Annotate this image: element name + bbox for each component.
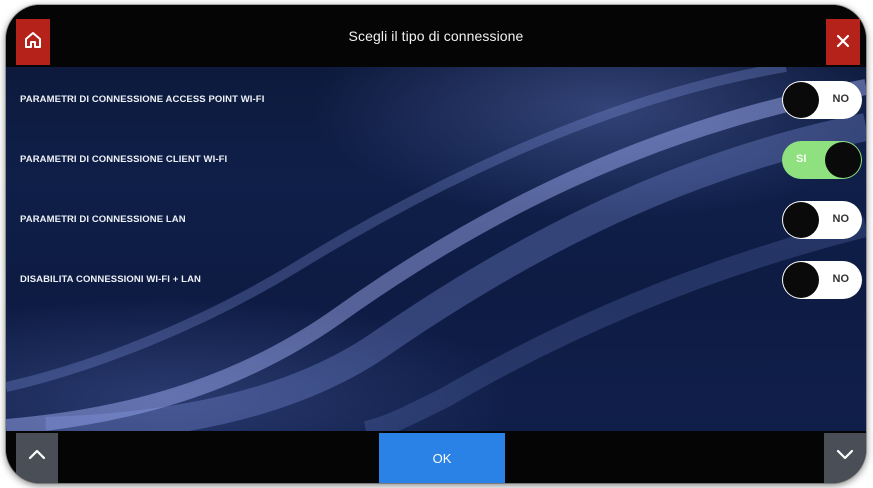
toggle-disable-connections[interactable]: NO [782,261,862,299]
background-swoosh [6,67,866,431]
header-bar: Scegli il tipo di connessione [6,5,866,67]
dialog-window: Scegli il tipo di connessione PARAMETRI … [6,5,866,483]
setting-label: PARAMETRI DI CONNESSIONE ACCESS POINT WI… [20,94,265,105]
toggle-access-point[interactable]: NO [782,81,862,119]
toggle-knob [783,202,819,238]
toggle-client-wifi[interactable]: SI [782,141,862,179]
toggle-state-text: SI [796,153,807,165]
toggle-state-text: NO [832,273,850,285]
toggle-knob [783,262,819,298]
setting-label: PARAMETRI DI CONNESSIONE LAN [20,214,186,225]
chevron-up-icon [28,447,46,465]
toggle-lan[interactable]: NO [782,201,862,239]
toggle-state-text: NO [832,213,850,225]
setting-row-access-point: PARAMETRI DI CONNESSIONE ACCESS POINT WI… [6,81,866,121]
ok-button[interactable]: OK [379,433,505,483]
setting-row-lan: PARAMETRI DI CONNESSIONE LAN NO [6,201,866,241]
footer-bar: OK [6,431,866,483]
toggle-state-text: NO [832,93,850,105]
toggle-knob [825,142,861,178]
scroll-down-button[interactable] [824,433,866,483]
setting-row-disable-connections: DISABILITA CONNESSIONI WI-FI + LAN NO [6,261,866,301]
page-title: Scegli il tipo di connessione [348,28,524,44]
chevron-down-icon [836,447,854,465]
settings-panel: PARAMETRI DI CONNESSIONE ACCESS POINT WI… [6,67,866,431]
close-button[interactable] [826,19,860,65]
setting-label: DISABILITA CONNESSIONI WI-FI + LAN [20,274,201,285]
setting-label: PARAMETRI DI CONNESSIONE CLIENT WI-FI [20,154,228,165]
toggle-knob [783,82,819,118]
scroll-up-button[interactable] [16,433,58,483]
close-icon [835,29,851,55]
setting-row-client-wifi: PARAMETRI DI CONNESSIONE CLIENT WI-FI SI [6,141,866,181]
